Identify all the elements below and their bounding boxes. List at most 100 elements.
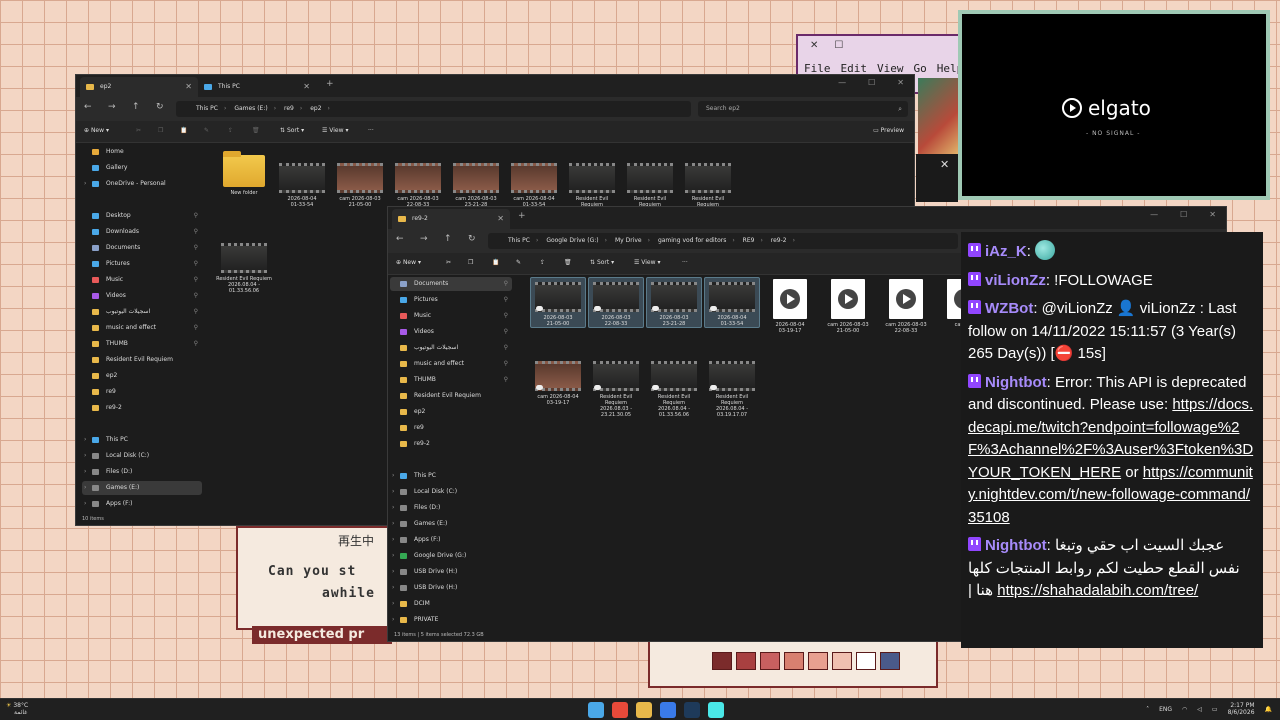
nav-item[interactable]: music and effect ⚲ <box>390 357 512 371</box>
nav-item[interactable]: Documents ⚲ <box>390 277 512 291</box>
brave-browser-icon[interactable] <box>612 702 628 718</box>
close-tab-icon[interactable]: ✕ <box>497 209 504 229</box>
nav-item[interactable]: ep2 <box>82 369 202 383</box>
nav-item[interactable]: music and effect ⚲ <box>82 321 202 335</box>
nav-item[interactable]: re9 <box>82 385 202 399</box>
file-item[interactable]: 2026-08-03 22-08-33 <box>588 277 644 328</box>
breadcrumb-item[interactable]: ep2 <box>310 105 321 112</box>
copy-icon[interactable]: ❐ <box>468 259 473 266</box>
chevron-right-icon[interactable]: › <box>392 597 394 611</box>
nav-item[interactable]: › Local Disk (C:) <box>390 485 512 499</box>
notification-icon[interactable]: 🔔 <box>1265 706 1272 713</box>
file-item[interactable]: 2026-08-03 21-05-00 <box>530 277 586 328</box>
chevron-right-icon[interactable]: › <box>392 549 394 563</box>
paste-icon[interactable]: 📋 <box>492 259 499 266</box>
back-icon[interactable]: ← <box>396 234 404 244</box>
delete-icon[interactable]: 🗑 <box>252 127 260 134</box>
file-item[interactable]: Resident Evil Requiem 2026.08.04 - 01.33.5… <box>646 357 702 418</box>
new-tab-icon[interactable]: + <box>326 79 334 89</box>
nav-item[interactable]: › OneDrive - Personal <box>82 177 202 191</box>
wifi-icon[interactable]: ◠ <box>1182 706 1187 713</box>
nav-item[interactable]: Pictures ⚲ <box>82 257 202 271</box>
file-item[interactable]: cam 2026-08-04 03-19-17 <box>530 357 586 406</box>
nav-item[interactable]: THUMB ⚲ <box>82 337 202 351</box>
start-icon[interactable] <box>588 702 604 718</box>
nav-item[interactable]: Music ⚲ <box>390 309 512 323</box>
chevron-right-icon[interactable]: › <box>84 497 86 511</box>
chat-link[interactable]: https://shahadalabih.com/tree/ <box>997 582 1198 599</box>
nav-item[interactable]: Home <box>82 145 202 159</box>
back-icon[interactable]: ← <box>84 102 92 112</box>
breadcrumb-item[interactable]: re9-2 <box>771 237 787 244</box>
more-options-icon[interactable]: ··· <box>682 259 688 266</box>
file-item[interactable]: New folder <box>216 151 272 196</box>
paste-icon[interactable]: 📋 <box>180 127 187 134</box>
breadcrumb-item[interactable]: This PC <box>196 105 218 112</box>
file-item[interactable]: 2026-08-04 01-33-54 <box>704 277 760 328</box>
file-item[interactable]: 2026-08-04 03-19-17 <box>762 277 818 334</box>
sort-button[interactable]: ⇅ Sort ▾ <box>590 259 614 266</box>
copy-icon[interactable]: ❐ <box>158 127 163 134</box>
nav-item[interactable]: THUMB ⚲ <box>390 373 512 387</box>
file-explorer-icon[interactable] <box>636 702 652 718</box>
share-icon[interactable]: ⇪ <box>228 127 233 134</box>
minimize-icon[interactable]: — <box>838 78 846 87</box>
new-tab-icon[interactable]: + <box>518 211 526 221</box>
rename-icon[interactable]: ✎ <box>204 127 209 134</box>
nav-item[interactable]: › Games (E:) <box>82 481 202 495</box>
up-icon[interactable]: ↑ <box>444 234 452 244</box>
rename-icon[interactable]: ✎ <box>516 259 521 266</box>
file-item[interactable]: Resident Evil Requiem <box>622 159 678 208</box>
file-item[interactable]: cam 2026-08-03 21-05-00 <box>332 159 388 208</box>
nav-item[interactable]: Desktop ⚲ <box>82 209 202 223</box>
nav-item[interactable]: re9-2 <box>82 401 202 415</box>
file-item[interactable]: 2026-08-03 23-21-28 <box>646 277 702 328</box>
breadcrumb-item[interactable]: re9 <box>284 105 294 112</box>
chevron-right-icon[interactable]: › <box>84 481 86 495</box>
breadcrumb[interactable]: This PC › Games (E:) › re9 › ep2 › <box>176 101 691 117</box>
chevron-right-icon[interactable]: › <box>392 517 394 531</box>
breadcrumb-item[interactable]: gaming vod for editors <box>658 237 726 244</box>
new-button[interactable]: ⊕ New ▾ <box>396 259 421 266</box>
nav-item[interactable]: › Apps (F:) <box>82 497 202 511</box>
chevron-right-icon[interactable]: › <box>84 449 86 463</box>
nav-item[interactable]: › USB Drive (H:) <box>390 565 512 579</box>
nav-item[interactable]: › Games (E:) <box>390 517 512 531</box>
nav-item[interactable]: Gallery <box>82 161 202 175</box>
nav-item[interactable]: Resident Evil Requiem <box>82 353 202 367</box>
tab-re9-2[interactable]: re9-2 ✕ <box>392 209 510 229</box>
breadcrumb-item[interactable]: Google Drive (G:) <box>546 237 598 244</box>
language-indicator[interactable]: ENG <box>1159 706 1172 713</box>
file-item[interactable]: Resident Evil Requiem 2026.08.03 - 23.21.3… <box>588 357 644 418</box>
maximize-icon[interactable]: ☐ <box>1180 210 1187 219</box>
nav-item[interactable]: re9-2 <box>390 437 512 451</box>
nav-item[interactable]: re9 <box>390 421 512 435</box>
file-item[interactable]: Resident Evil Requiem 2026.08.04 - 03.19.1… <box>704 357 760 418</box>
file-item[interactable]: cam 2026-08-03 22-08-33 <box>878 277 934 334</box>
nav-item[interactable]: Videos ⚲ <box>82 289 202 303</box>
nav-item[interactable]: › Apps (F:) <box>390 533 512 547</box>
nav-item[interactable]: › Files (D:) <box>82 465 202 479</box>
cut-icon[interactable]: ✂ <box>136 127 141 134</box>
nav-item[interactable]: › Files (D:) <box>390 501 512 515</box>
more-options-icon[interactable]: ··· <box>368 127 374 134</box>
refresh-icon[interactable]: ↻ <box>468 234 476 244</box>
close-icon[interactable]: ✕ <box>940 158 949 171</box>
chevron-right-icon[interactable]: › <box>392 501 394 515</box>
breadcrumb-item[interactable]: Games (E:) <box>234 105 267 112</box>
tray-overflow-icon[interactable]: ˄ <box>1146 706 1149 713</box>
chevron-right-icon[interactable]: › <box>392 565 394 579</box>
file-item[interactable]: cam 2026-08-03 23-21-28 <box>448 159 504 208</box>
sort-button[interactable]: ⇅ Sort ▾ <box>280 127 304 134</box>
nav-item[interactable]: Music ⚲ <box>82 273 202 287</box>
file-item[interactable]: Resident Evil Requiem 2026.08.04 - 01.33.… <box>216 239 272 294</box>
breadcrumb-item[interactable]: This PC <box>508 237 530 244</box>
minimize-icon[interactable]: — <box>1150 210 1158 219</box>
forward-icon[interactable]: → <box>108 102 116 112</box>
steam-icon[interactable] <box>684 702 700 718</box>
nav-item[interactable]: اسجيلات اليوتيوب ⚲ <box>390 341 512 355</box>
cut-icon[interactable]: ✂ <box>446 259 451 266</box>
maximize-icon[interactable]: ☐ <box>868 78 875 87</box>
close-icon[interactable]: ✕ <box>897 78 904 87</box>
nav-item[interactable]: Documents ⚲ <box>82 241 202 255</box>
